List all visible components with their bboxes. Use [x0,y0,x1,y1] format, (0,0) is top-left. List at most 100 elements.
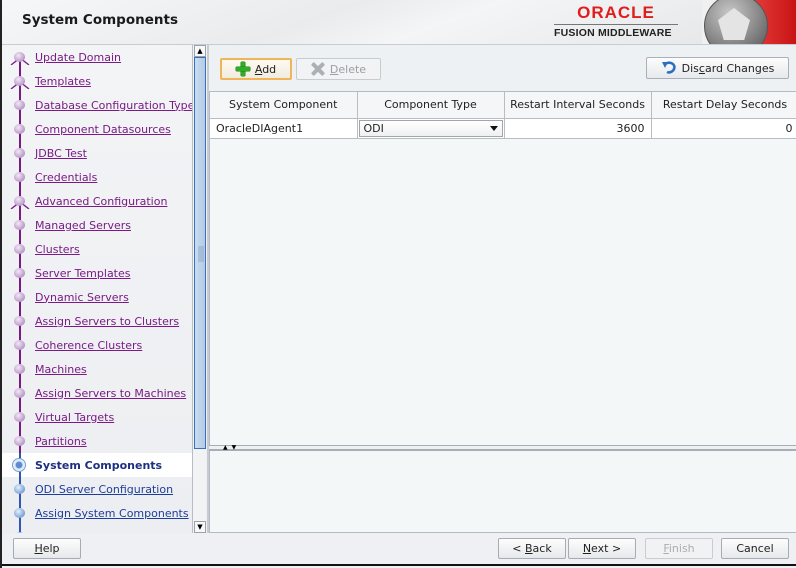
chevron-down-icon [489,125,498,131]
component-type-select[interactable]: ODI [358,119,503,137]
sidebar-item-machines[interactable]: Machines [2,357,192,381]
step-bullet-icon [14,508,25,518]
column-header-restart-delay[interactable]: Restart Delay Seconds [651,92,796,119]
next-button[interactable]: Next > [568,538,636,559]
sidebar-item-label: Assign System Components [35,506,189,520]
sidebar-item-system-components[interactable]: System Components [2,453,192,477]
step-bullet-icon [14,148,25,158]
help-button[interactable]: Help [13,538,81,559]
step-bullet-icon [14,388,25,398]
details-pane [209,451,796,533]
scroll-up-button[interactable]: ▲ [194,45,206,57]
next-label: Next > [582,542,622,555]
discard-label: Discard Changes [681,61,775,75]
table-row[interactable]: OracleDIAgent1 ODI 3600 0 [210,118,796,139]
scrollbar-thumb[interactable] [194,57,206,449]
help-label: Help [34,542,60,555]
sidebar-item-label: Assign Servers to Machines [35,386,187,400]
step-bullet-icon [14,76,25,86]
sidebar-item-assign-servers-to-clusters[interactable]: Assign Servers to Clusters [2,309,192,333]
sidebar-item-assign-system-components[interactable]: Assign System Components [2,501,192,525]
delete-x-icon [311,62,325,76]
sidebar-scrollbar[interactable]: ▲ ▼ [192,45,206,533]
step-bullet-icon [14,220,25,230]
system-components-table: System Component Component Type Restart … [209,91,796,445]
undo-icon [661,61,676,74]
sidebar-item-jdbc-test[interactable]: JDBC Test [2,141,192,165]
scroll-down-button[interactable]: ▼ [194,521,206,533]
finish-button[interactable]: Finish [645,538,713,559]
sidebar-item-label: Machines [35,362,87,376]
system-component-cell[interactable]: OracleDIAgent1 [210,118,358,139]
step-bullet-icon [14,124,25,134]
sidebar-item-component-datasources[interactable]: Component Datasources [2,117,192,141]
oracle-logo: ORACLE FUSION MIDDLEWARE [554,3,678,39]
delete-label: Delete [329,62,367,76]
sidebar-item-label: Coherence Clusters [35,338,143,352]
column-header-system-component[interactable]: System Component [210,92,358,119]
sidebar-item-label: Assign Servers to Clusters [35,314,180,328]
step-bullet-icon [14,172,25,182]
step-list: Update Domain Templates Database Configura… [2,45,192,533]
main-panel: Add Delete Discard Changes System Compon… [209,46,796,533]
sidebar-item-label: Dynamic Servers [35,290,129,304]
sidebar-item-database-configuration-type[interactable]: Database Configuration Type [2,93,192,117]
sidebar-item-label: Update Domain [35,50,122,64]
finish-label: Finish [663,542,695,555]
sidebar-item-system-targets[interactable]: System Targets [2,525,192,533]
sidebar-item-coherence-clusters[interactable]: Coherence Clusters [2,333,192,357]
plus-icon [235,62,250,76]
sidebar-item-label: Credentials [35,170,98,184]
column-header-restart-interval[interactable]: Restart Interval Seconds [504,92,652,119]
step-bullet-icon [14,196,25,206]
grip-icon [198,246,204,262]
discard-changes-button[interactable]: Discard Changes [646,57,789,79]
sidebar-item-label: Partitions [35,434,87,448]
current-step-icon [12,458,26,472]
delete-button[interactable]: Delete [296,58,381,80]
restart-delay-cell[interactable]: 0 [651,118,796,139]
step-bullet-icon [14,364,25,374]
sidebar-item-virtual-targets[interactable]: Virtual Targets [2,405,192,429]
sidebar-item-server-templates[interactable]: Server Templates [2,261,192,285]
sidebar-item-label: Database Configuration Type [35,98,192,112]
sidebar-item-label: ODI Server Configuration [35,482,174,496]
brand-product: FUSION MIDDLEWARE [554,27,672,39]
add-label: Add [254,62,277,76]
column-header-component-type[interactable]: Component Type [357,92,505,119]
step-bullet-icon [14,340,25,350]
sidebar-item-templates[interactable]: Templates [2,69,192,93]
sidebar-item-partitions[interactable]: Partitions [2,429,192,453]
sidebar-item-odi-server-configuration[interactable]: ODI Server Configuration [2,477,192,501]
sidebar-item-advanced-configuration[interactable]: Advanced Configuration [2,189,192,213]
restart-interval-cell[interactable]: 3600 [504,118,652,139]
navigation-sidebar: Update Domain Templates Database Configura… [2,45,207,533]
sidebar-item-update-domain[interactable]: Update Domain [2,45,192,69]
sidebar-item-label: System Components [35,458,163,472]
sidebar-item-assign-servers-to-machines[interactable]: Assign Servers to Machines [2,381,192,405]
step-bullet-icon [14,100,25,110]
step-bullet-icon [14,52,25,62]
sidebar-item-clusters[interactable]: Clusters [2,237,192,261]
step-bullet-icon [14,292,25,302]
sidebar-item-label: Advanced Configuration [35,194,168,208]
split-arrows-icon[interactable]: ▲▼ [223,444,240,451]
cancel-button[interactable]: Cancel [721,538,789,559]
wizard-footer: Help < Back Next > Finish Cancel [2,533,796,566]
add-button[interactable]: Add [220,58,292,80]
sidebar-item-label: Clusters [35,242,80,256]
component-type-value: ODI [363,121,384,135]
sidebar-item-managed-servers[interactable]: Managed Servers [2,213,192,237]
cancel-label: Cancel [736,542,774,555]
step-bullet-icon [14,484,25,494]
brand-divider [554,24,678,25]
back-label: < Back [512,542,552,555]
component-type-cell[interactable]: ODI [357,118,505,139]
sidebar-item-credentials[interactable]: Credentials [2,165,192,189]
sidebar-item-dynamic-servers[interactable]: Dynamic Servers [2,285,192,309]
page-title: System Components [22,12,178,28]
sidebar-item-label: Server Templates [35,266,131,280]
back-button[interactable]: < Back [498,538,566,559]
step-bullet-icon [14,412,25,422]
sidebar-item-label: Templates [35,74,91,88]
